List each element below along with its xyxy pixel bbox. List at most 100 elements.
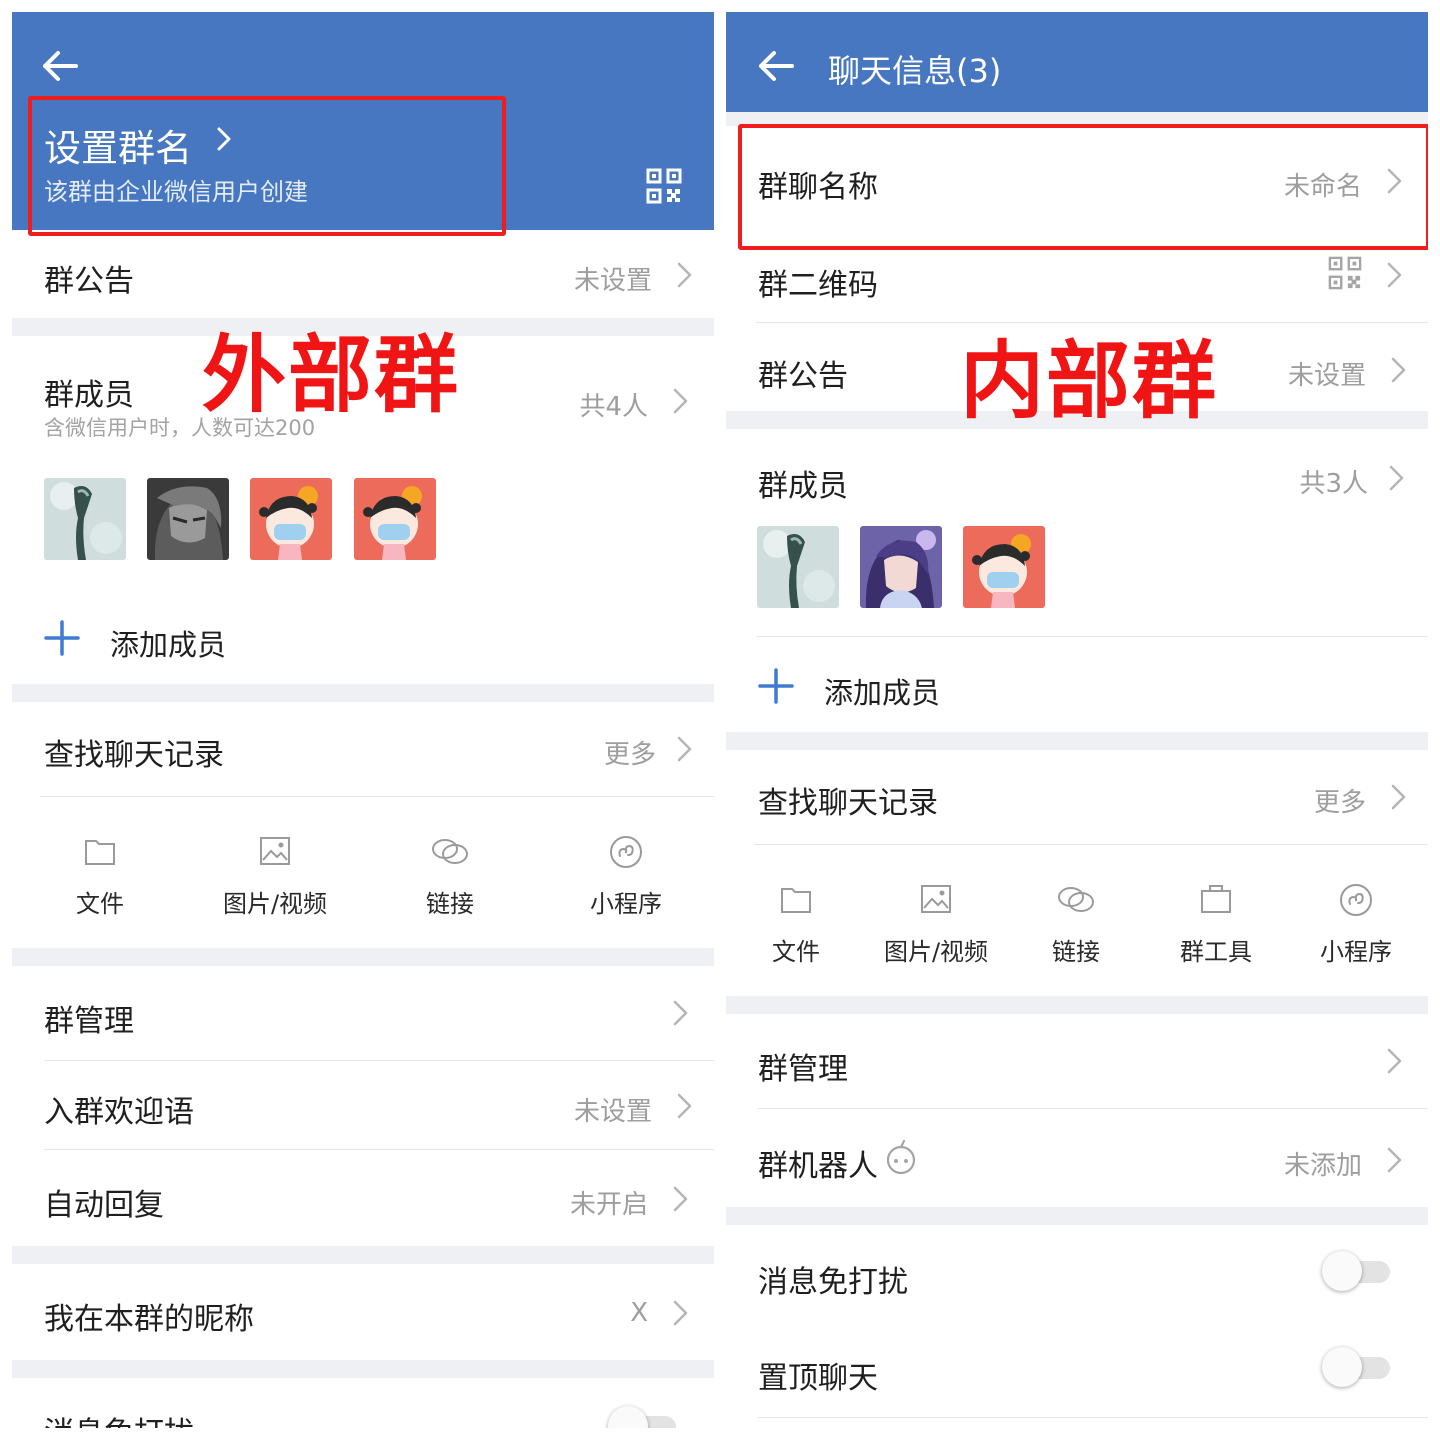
tool-media[interactable]: 图片/视频 [205,834,345,920]
member-avatar[interactable] [757,526,839,608]
divider [40,796,714,797]
pin-chat-row[interactable]: 置顶聊天 [726,1323,1428,1417]
divider [758,1417,1428,1418]
member-avatar[interactable] [44,478,126,560]
group-manage-row[interactable]: 群管理 [726,1014,1428,1108]
pin-chat-toggle[interactable] [1322,1347,1392,1387]
tool-label: 图片/视频 [222,890,328,918]
members-row[interactable]: 群成员 含微信用户时，人数可达200 共4人 [12,336,714,456]
internal-group-panel: 聊天信息(3) 群聊名称 未命名 群二维码 群公告 未设置 内部群 群成员 共3… [726,12,1428,1428]
back-arrow-icon[interactable] [40,50,80,82]
chevron-right-icon [1387,1147,1402,1173]
group-manage-label: 群管理 [44,1004,134,1039]
chevron-right-icon [1387,1048,1402,1074]
add-member-button[interactable]: 添加成员 [726,646,1428,732]
auto-reply-value: 未开启 [569,1190,648,1220]
tool-label: 小程序 [1320,938,1392,966]
tool-file[interactable]: 文件 [60,834,140,920]
chevron-right-icon [677,736,692,762]
welcome-message-row[interactable]: 入群欢迎语 未设置 [12,1061,714,1149]
members-count: 共4人 [579,392,648,422]
pin-chat-label: 置顶聊天 [758,1361,878,1396]
group-robot-row[interactable]: 群机器人 未添加 [726,1109,1428,1207]
members-count: 共3人 [1299,469,1368,499]
announcement-value: 未设置 [1287,361,1366,391]
members-label: 群成员 [758,469,848,504]
tool-link[interactable]: 链接 [1036,882,1116,968]
chevron-right-icon [1387,262,1402,288]
tool-file[interactable]: 文件 [756,882,836,968]
toggle-knob [608,1406,648,1428]
toggle-knob [1322,1251,1362,1291]
external-group-panel: 设置群名 该群由企业微信用户创建 群公告 未设置 外部群 群成员 含微信用户时，… [12,12,714,1428]
tool-label: 小程序 [590,890,662,918]
plus-icon [758,668,794,704]
mini-program-icon [1340,884,1372,916]
chevron-right-icon [673,1300,688,1326]
welcome-message-value: 未设置 [573,1097,652,1127]
mute-row[interactable]: 消息免打扰 [12,1378,714,1428]
tool-label: 文件 [772,938,820,966]
folder-icon [85,840,115,865]
link-icon [432,839,468,864]
mute-label: 消息免打扰 [758,1265,908,1300]
qr-code-icon [1328,256,1362,290]
group-qr-row[interactable]: 群二维码 [726,246,1428,322]
tool-media[interactable]: 图片/视频 [866,882,1006,968]
mini-program-icon [610,836,642,868]
mute-label: 消息免打扰 [44,1408,194,1428]
tool-mini-program[interactable]: 小程序 [576,834,676,920]
search-history-row[interactable]: 查找聊天记录 更多 [726,750,1428,844]
tool-mini-program[interactable]: 小程序 [1306,882,1406,968]
member-avatar[interactable] [250,478,332,560]
my-nickname-label: 我在本群的昵称 [44,1302,254,1337]
back-arrow-icon[interactable] [756,50,796,82]
members-hint: 含微信用户时，人数可达200 [44,416,316,440]
search-more-label: 更多 [1313,788,1366,818]
header-bar: 聊天信息(3) [726,12,1428,112]
section-gap [726,1207,1428,1225]
member-avatar[interactable] [860,526,942,608]
search-history-row[interactable]: 查找聊天记录 更多 [12,702,714,796]
members-label: 群成员 [44,378,134,413]
tool-link[interactable]: 链接 [410,834,490,920]
qr-code-icon[interactable] [646,168,682,204]
tool-label: 链接 [426,890,474,918]
image-icon [260,837,290,865]
chevron-right-icon [1391,357,1406,383]
tool-label: 图片/视频 [883,938,989,966]
add-member-button[interactable]: 添加成员 [12,598,714,684]
my-nickname-row[interactable]: 我在本群的昵称 X [12,1264,714,1360]
add-member-label: 添加成员 [824,676,941,710]
group-qr-label: 群二维码 [758,268,878,303]
group-robot-label: 群机器人 [758,1149,878,1184]
chevron-right-icon [673,1000,688,1026]
group-robot-value: 未添加 [1283,1151,1362,1181]
tool-label: 链接 [1052,938,1100,966]
robot-icon [886,1139,916,1175]
member-avatar[interactable] [147,478,229,560]
my-nickname-value: X [630,1298,648,1328]
welcome-message-label: 入群欢迎语 [44,1095,194,1130]
tool-label: 群工具 [1180,938,1252,966]
group-manage-row[interactable]: 群管理 [12,966,714,1060]
search-history-label: 查找聊天记录 [44,738,224,773]
section-gap [726,996,1428,1014]
mute-row[interactable]: 消息免打扰 [726,1225,1428,1323]
mute-toggle[interactable] [1322,1251,1392,1291]
chevron-right-icon [677,262,692,288]
member-avatar[interactable] [354,478,436,560]
mute-toggle[interactable] [608,1406,678,1428]
section-gap [12,1246,714,1264]
member-avatar[interactable] [963,526,1045,608]
tool-group-tools[interactable]: 群工具 [1168,882,1264,968]
announcement-row[interactable]: 群公告 未设置 [12,230,714,318]
section-gap [12,684,714,702]
image-icon [921,885,951,913]
search-more-label: 更多 [603,740,656,770]
auto-reply-row[interactable]: 自动回复 未开启 [12,1150,714,1246]
internal-group-annotation: 内部群 [960,332,1219,430]
divider [754,844,1428,845]
members-row[interactable]: 群成员 共3人 [726,429,1428,529]
tool-label: 文件 [76,890,124,918]
